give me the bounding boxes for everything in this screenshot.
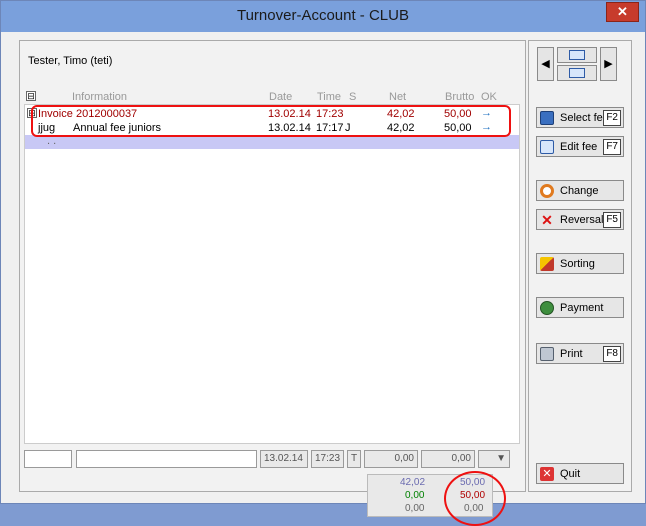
next-button[interactable]: ▶ <box>600 47 617 81</box>
close-button[interactable]: ✕ <box>606 2 639 22</box>
change-icon <box>540 183 554 198</box>
time-input[interactable]: 17:23 <box>311 450 344 468</box>
total-net-3: 0,00 <box>405 503 425 514</box>
reversal-icon: ✕ <box>541 211 553 228</box>
chevron-down-icon: ▼ <box>496 453 506 464</box>
code-input[interactable] <box>24 450 72 468</box>
sorting-button[interactable]: Sorting <box>536 253 624 274</box>
total-net-2: 0,00 <box>405 490 425 501</box>
window-title: Turnover-Account - CLUB <box>236 7 409 24</box>
reversal-shortcut: F5 <box>603 212 621 228</box>
select-fee-button[interactable]: Select fee F2 <box>536 107 624 128</box>
header-time[interactable]: Time <box>317 91 341 103</box>
print-button[interactable]: Print F8 <box>536 343 624 364</box>
header-information[interactable]: Information <box>72 91 127 103</box>
list-view-button[interactable] <box>557 47 597 63</box>
turnover-panel: Tester, Timo (teti) ⊟ Information Date T… <box>19 40 526 526</box>
quit-icon: ✕ <box>540 466 554 481</box>
payment-button[interactable]: Payment <box>536 297 624 318</box>
ok-dropdown[interactable]: ▼ <box>478 450 510 468</box>
select-fee-shortcut: F2 <box>603 110 621 126</box>
edit-fee-button[interactable]: Edit fee F7 <box>536 136 624 157</box>
edit-fee-label: Edit fee <box>560 140 598 153</box>
annotation-circle <box>444 471 506 526</box>
change-label: Change <box>560 184 599 197</box>
client-area: Tester, Timo (teti) ⊟ Information Date T… <box>9 32 639 526</box>
change-button[interactable]: Change <box>536 180 624 201</box>
turnover-grid[interactable]: ⊟ Invoice 2012000037 13.02.14 17:23 42,0… <box>24 104 520 444</box>
select-fee-icon <box>540 110 554 125</box>
edit-fee-shortcut: F7 <box>603 139 621 155</box>
edit-fee-icon <box>540 139 554 154</box>
prev-button[interactable]: ◀ <box>537 47 554 81</box>
detail-view-button[interactable] <box>557 65 597 81</box>
turnover-account-window: Turnover-Account - CLUB ✕ Tester, Timo (… <box>0 0 646 526</box>
quit-button[interactable]: ✕ Quit <box>536 463 624 484</box>
print-icon <box>540 346 554 361</box>
header-brutto[interactable]: Brutto <box>445 91 474 103</box>
collapse-all-icon[interactable]: ⊟ <box>26 91 36 101</box>
title-bar: Turnover-Account - CLUB ✕ <box>1 1 645 32</box>
action-panel: ◀ ▶ Select fee F2 Edit fee F7 Change ✕ R… <box>528 40 632 492</box>
quit-label: Quit <box>560 467 581 480</box>
header-net[interactable]: Net <box>389 91 406 103</box>
select-fee-label: Select fee <box>560 111 609 124</box>
customer-name: Tester, Timo (teti) <box>28 55 113 67</box>
sorting-label: Sorting <box>560 257 595 270</box>
header-ok[interactable]: OK <box>481 91 497 103</box>
print-shortcut: F8 <box>603 346 621 362</box>
grid-header: ⊟ Information Date Time S Net Brutto OK <box>24 90 520 104</box>
total-net-1: 42,02 <box>400 477 426 488</box>
sorting-icon <box>540 256 554 271</box>
entry-row: 13.02.14 17:23 T 0,00 0,00 ▼ <box>24 450 520 468</box>
brutto-input[interactable]: 0,00 <box>421 450 475 468</box>
s-input[interactable]: T <box>347 450 361 468</box>
header-s[interactable]: S <box>349 91 356 103</box>
table-row[interactable]: . . <box>25 135 519 149</box>
list-view-icon <box>569 50 585 60</box>
annotation-rectangle <box>31 105 511 137</box>
payment-icon <box>540 300 554 315</box>
reversal-button[interactable]: ✕ Reversal F5 <box>536 209 624 230</box>
reversal-label: Reversal <box>560 213 604 226</box>
print-label: Print <box>560 347 583 360</box>
information-input[interactable] <box>76 450 257 468</box>
detail-view-icon <box>569 68 585 78</box>
net-input[interactable]: 0,00 <box>364 450 418 468</box>
header-date[interactable]: Date <box>269 91 292 103</box>
payment-label: Payment <box>560 301 604 314</box>
date-input[interactable]: 13.02.14 <box>260 450 308 468</box>
